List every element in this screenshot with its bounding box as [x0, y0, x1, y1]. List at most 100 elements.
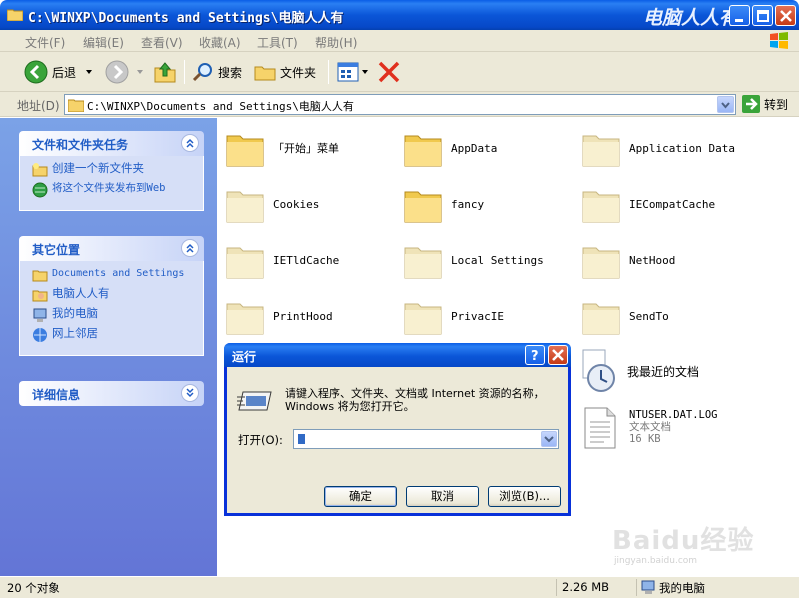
file-item[interactable]: NTUSER.DAT.LOG 文本文档 16 KB	[581, 406, 718, 450]
folders-icon	[254, 66, 276, 81]
computer-icon	[33, 308, 47, 322]
menu-favorites[interactable]: 收藏(A)	[199, 34, 241, 51]
collapse-button[interactable]	[181, 239, 199, 257]
search-button[interactable]: 搜索	[192, 58, 242, 86]
baidu-watermark-logo: Baidu经验	[612, 526, 755, 556]
folder-name: NetHood	[629, 253, 676, 267]
task-publish-web[interactable]: 将这个文件夹发布到Web	[32, 182, 195, 198]
folder-icon	[582, 135, 620, 167]
dialog-close-button[interactable]	[548, 345, 568, 365]
place-documents-settings[interactable]: Documents and Settings	[32, 267, 195, 283]
chevron-down-icon[interactable]	[84, 67, 94, 77]
window-titlebar[interactable]: C:\WINXP\Documents and Settings\电脑人人有 电脑…	[0, 0, 799, 30]
folders-label: 文件夹	[280, 65, 317, 80]
folder-icon	[582, 191, 620, 223]
globe-icon	[32, 182, 48, 198]
chevron-down-icon[interactable]	[135, 67, 145, 77]
cancel-button[interactable]: 取消	[406, 486, 479, 507]
network-icon	[33, 328, 47, 342]
chevron-down-icon	[544, 436, 554, 443]
folder-item[interactable]: Local Settings	[403, 240, 544, 280]
delete-button[interactable]	[377, 58, 401, 86]
forward-button[interactable]	[105, 58, 145, 86]
panel-header[interactable]: 详细信息	[19, 381, 204, 406]
task-new-folder[interactable]: 创建一个新文件夹	[32, 162, 195, 178]
views-icon	[337, 62, 359, 82]
file-name: NTUSER.DAT.LOG	[629, 409, 718, 421]
folder-item[interactable]: IECompatCache	[581, 184, 715, 224]
panel-header[interactable]: 文件和文件夹任务	[19, 131, 204, 156]
folder-item[interactable]: AppData	[403, 128, 497, 168]
folder-icon	[32, 270, 48, 282]
folder-name: 「开始」菜单	[273, 142, 339, 155]
file-type: 文本文档	[629, 421, 671, 433]
folder-item[interactable]: fancy	[403, 184, 484, 224]
back-button[interactable]: 后退	[24, 58, 94, 86]
menu-tools[interactable]: 工具(T)	[257, 34, 298, 51]
folder-name: IETldCache	[273, 253, 340, 267]
panel-details: 详细信息	[19, 381, 204, 406]
folder-item[interactable]: PrintHood	[225, 296, 333, 336]
maximize-button[interactable]	[752, 5, 773, 26]
baidu-watermark-url: jingyan.baidu.com	[614, 556, 698, 566]
go-button[interactable]: 转到	[742, 95, 788, 113]
up-folder-button[interactable]	[153, 58, 177, 86]
folder-item[interactable]: SendTo	[581, 296, 669, 336]
chevron-up-icon	[186, 243, 194, 253]
place-user-folder[interactable]: 电脑人人有	[32, 287, 195, 303]
windows-logo-icon	[770, 32, 788, 49]
open-input[interactable]	[293, 429, 559, 449]
menu-edit[interactable]: 编辑(E)	[83, 34, 124, 51]
go-arrow-icon	[742, 95, 760, 113]
run-dialog: 运行 ? 请键入程序、文件夹、文档或 Internet 资源的名称，Window…	[224, 343, 571, 516]
place-network[interactable]: 网上邻居	[32, 327, 195, 343]
views-button[interactable]	[337, 58, 369, 86]
folder-icon	[226, 135, 264, 167]
chevron-down-icon[interactable]	[361, 67, 369, 77]
shortcut-item[interactable]: 我最近的文档	[577, 348, 699, 394]
place-label: 电脑人人有	[52, 286, 110, 300]
back-label: 后退	[52, 65, 77, 80]
dialog-titlebar[interactable]: 运行 ?	[224, 343, 571, 367]
folder-item[interactable]: PrivacIE	[403, 296, 504, 336]
expand-button[interactable]	[181, 384, 199, 402]
new-folder-icon	[32, 163, 48, 177]
help-button[interactable]: ?	[525, 345, 545, 365]
folder-item[interactable]: NetHood	[581, 240, 675, 280]
back-arrow-icon	[24, 60, 48, 84]
minimize-button[interactable]	[729, 5, 750, 26]
maximize-icon	[757, 10, 769, 22]
address-bar: 地址(D) C:\WINXP\Documents and Settings\电脑…	[0, 92, 799, 117]
menu-view[interactable]: 查看(V)	[141, 34, 183, 51]
panel-header[interactable]: 其它位置	[19, 236, 204, 261]
close-icon	[780, 10, 792, 22]
folder-item[interactable]: Application Data	[581, 128, 735, 168]
open-dropdown-button[interactable]	[541, 431, 557, 447]
menubar: 文件(F) 编辑(E) 查看(V) 收藏(A) 工具(T) 帮助(H)	[0, 30, 799, 52]
dialog-message: 请键入程序、文件夹、文档或 Internet 资源的名称，Windows 将为您…	[285, 387, 545, 413]
menu-file[interactable]: 文件(F)	[25, 34, 65, 51]
collapse-button[interactable]	[181, 134, 199, 152]
place-my-computer[interactable]: 我的电脑	[32, 307, 195, 323]
address-input[interactable]: C:\WINXP\Documents and Settings\电脑人人有	[64, 94, 736, 115]
close-button[interactable]	[775, 5, 796, 26]
task-label: 创建一个新文件夹	[52, 161, 144, 175]
up-folder-icon	[154, 62, 176, 83]
panel-title: 详细信息	[32, 388, 81, 402]
folders-button[interactable]: 文件夹	[254, 58, 316, 86]
folder-name: fancy	[451, 197, 485, 211]
ok-button[interactable]: 确定	[324, 486, 397, 507]
close-icon	[552, 349, 564, 361]
location-label: 我的电脑	[659, 581, 705, 595]
folder-icon	[68, 99, 84, 112]
browse-button[interactable]: 浏览(B)...	[488, 486, 561, 507]
menu-help[interactable]: 帮助(H)	[315, 34, 357, 51]
folder-item[interactable]: IETldCache	[225, 240, 339, 280]
folder-name: SendTo	[629, 309, 669, 323]
open-label: 打开(O):	[238, 433, 283, 447]
folder-item[interactable]: Cookies	[225, 184, 319, 224]
chevron-down-icon	[721, 102, 730, 109]
address-dropdown-button[interactable]	[717, 96, 734, 113]
folder-item[interactable]: 「开始」菜单	[225, 128, 339, 168]
folder-icon	[404, 247, 442, 279]
